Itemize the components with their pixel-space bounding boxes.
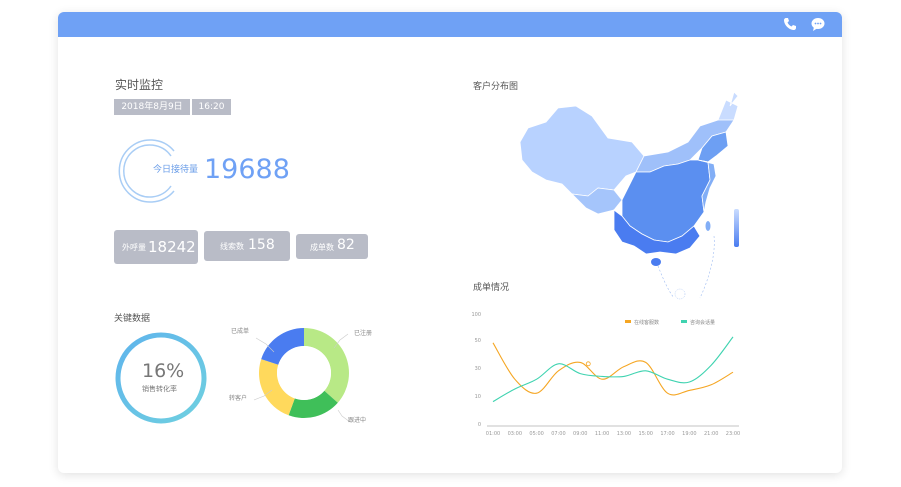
y-tick-label: 30 [475, 366, 481, 372]
app-window: 实时监控 2018年8月9日 16:20 今日接待量 19688 外呼量 182… [58, 12, 842, 473]
legend-swatch [625, 320, 631, 323]
deals-line-chart: 1005030100 01:00 03:00 05:00 07:00 09:00 11:0… [471, 312, 740, 437]
legend-label: 咨询会话量 [690, 319, 715, 326]
leads-label: 线索数 [220, 242, 244, 251]
series-line-1 [492, 342, 734, 396]
map-region-taiwan[interactable] [705, 221, 711, 231]
x-tick-label: 13:00 [617, 431, 631, 437]
y-tick-label: 50 [475, 338, 481, 344]
x-tick-label: 01:00 [486, 431, 500, 437]
map-region-west[interactable] [519, 105, 645, 197]
x-tick-label: 21:00 [704, 431, 718, 437]
donut-label-closed: 已成单 [231, 328, 250, 335]
series-point-marker[interactable] [585, 361, 591, 367]
phone-icon[interactable] [782, 16, 798, 32]
x-tick-label: 15:00 [639, 431, 653, 437]
x-tick-label: 23:00 [726, 431, 740, 437]
leads-card: 线索数 158 [204, 231, 290, 261]
legend-label: 在线客服数 [634, 319, 659, 326]
y-tick-label: 0 [478, 422, 481, 428]
china-customer-map [519, 91, 738, 300]
x-tick-label: 09:00 [573, 431, 587, 437]
x-tick-label: 07:00 [551, 431, 565, 437]
legend-swatch [681, 320, 687, 323]
map-legend-bar [734, 209, 739, 247]
title-bar [58, 12, 842, 37]
realtime-title: 实时监控 [115, 78, 164, 92]
x-tick-label: 05:00 [529, 431, 543, 437]
deals-chart-title: 成单情况 [473, 283, 510, 293]
conversion-label: 销售转化率 [142, 385, 177, 393]
key-data-title: 关键数据 [114, 314, 151, 324]
x-tick-label: 17:00 [660, 431, 674, 437]
donut-label-customer: 转客户 [229, 395, 248, 402]
deals-value: 82 [337, 237, 355, 253]
leads-value: 158 [248, 237, 275, 253]
outbound-calls-label: 外呼量 [122, 243, 146, 252]
time-badge: 16:20 [192, 99, 231, 115]
today-reception-value: 19688 [204, 154, 290, 185]
y-tick-label: 100 [471, 312, 481, 318]
outbound-calls-value: 18242 [148, 238, 196, 256]
conversion-percent: 16% [142, 360, 185, 382]
x-tick-label: 19:00 [682, 431, 696, 437]
deals-card: 成单数 82 [296, 234, 368, 259]
map-region-northeast[interactable] [717, 91, 738, 121]
date-badge: 2018年8月9日 [114, 99, 190, 115]
donut-label-registered: 已注册 [354, 330, 373, 337]
x-tick-label: 03:00 [508, 431, 522, 437]
donut-leaders [253, 333, 351, 423]
outbound-calls-card: 外呼量 18242 [114, 230, 198, 264]
x-tick-label: 11:00 [595, 431, 609, 437]
today-reception-label: 今日接待量 [153, 165, 199, 175]
y-tick-label: 10 [475, 394, 481, 400]
deals-label: 成单数 [310, 243, 334, 252]
map-region-hainan[interactable] [651, 258, 661, 266]
chat-icon[interactable] [810, 16, 826, 32]
map-title: 客户分布图 [473, 82, 519, 92]
donut-label-following: 跟进中 [348, 417, 367, 424]
